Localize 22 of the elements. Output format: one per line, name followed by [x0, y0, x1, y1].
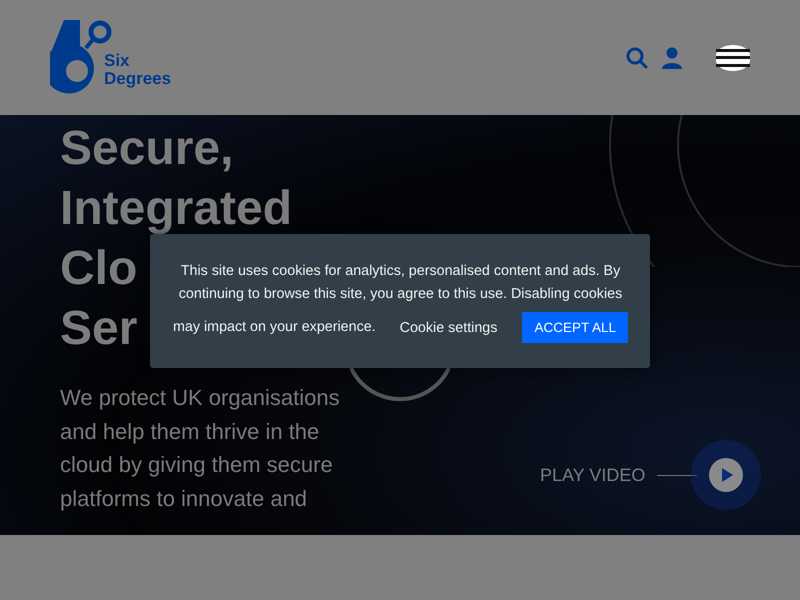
hero-heading: Integrated — [60, 185, 292, 233]
menu-button[interactable] — [716, 44, 750, 70]
hero-text: We protect UK organisations — [60, 384, 340, 412]
play-icon — [709, 458, 744, 492]
hero-text: cloud by giving them secure — [60, 451, 333, 479]
logo-text: Six — [104, 52, 131, 70]
accept-all-button[interactable]: ACCEPT ALL — [522, 312, 628, 343]
search-icon[interactable] — [626, 46, 648, 68]
cookie-settings-link[interactable]: Cookie settings — [400, 320, 498, 336]
ring-arc-icon — [349, 367, 451, 402]
hero-text: and help them thrive in the — [60, 418, 320, 446]
cookie-message: may impact on your experience. — [173, 318, 376, 337]
play-video-label[interactable]: PLAY VIDEO — [540, 464, 646, 486]
hero-heading: Ser — [60, 305, 138, 353]
hero-text: platforms to innovate and — [60, 484, 308, 513]
logo-text: Degrees — [104, 70, 172, 88]
cookie-message: This site uses cookies for analytics, personalised content and ads. By — [180, 262, 620, 281]
user-icon[interactable] — [662, 46, 682, 68]
hero-heading: Secure, — [60, 125, 234, 173]
leader-line — [657, 474, 698, 476]
hero-heading: Clo — [60, 245, 138, 293]
cookie-message: continuing to browse this site, you agree to this use. Disabling cookies — [178, 285, 622, 304]
